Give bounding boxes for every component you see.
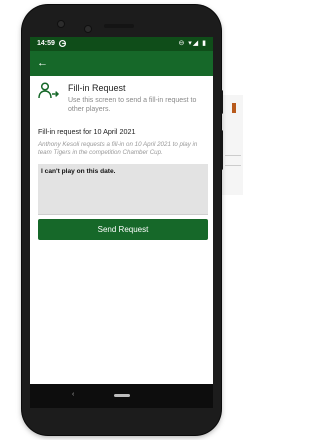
phone-screen: 14:59 ⊖ ▾◢ ▮ ← Fill-in Request Use this … bbox=[30, 37, 213, 408]
status-bar: 14:59 ⊖ ▾◢ ▮ bbox=[30, 37, 213, 51]
background-divider bbox=[225, 155, 241, 156]
notification-icon bbox=[59, 40, 66, 49]
nav-home-pill[interactable] bbox=[114, 394, 130, 397]
sensor-icon bbox=[84, 25, 92, 33]
background-accent-mark bbox=[232, 103, 236, 113]
background-app-edge bbox=[222, 95, 243, 195]
android-nav-bar: ‹ bbox=[30, 384, 213, 408]
message-field[interactable]: I can't play on this date. bbox=[38, 164, 208, 215]
status-time: 14:59 bbox=[37, 40, 55, 47]
background-divider bbox=[225, 165, 241, 166]
message-text: I can't play on this date. bbox=[41, 168, 116, 175]
nav-back-icon[interactable]: ‹ bbox=[72, 391, 74, 398]
status-icons: ⊖ ▾◢ ▮ bbox=[178, 40, 207, 47]
phone-side-button bbox=[220, 90, 223, 114]
add-person-icon bbox=[38, 82, 60, 100]
page-description: Use this screen to send a fill-in reques… bbox=[68, 97, 197, 113]
camera-icon bbox=[57, 20, 65, 28]
app-bar: ← bbox=[30, 51, 213, 76]
request-title: Fill-in request for 10 April 2021 bbox=[38, 127, 136, 136]
page-title: Fill-in Request bbox=[68, 83, 126, 93]
send-request-button[interactable]: Send Request bbox=[38, 219, 208, 240]
request-description: Anthony Kesoli requests a fill-in on 10 … bbox=[38, 141, 198, 156]
earpiece bbox=[104, 24, 134, 28]
phone-side-button bbox=[220, 130, 223, 170]
back-arrow-icon[interactable]: ← bbox=[37, 56, 48, 70]
